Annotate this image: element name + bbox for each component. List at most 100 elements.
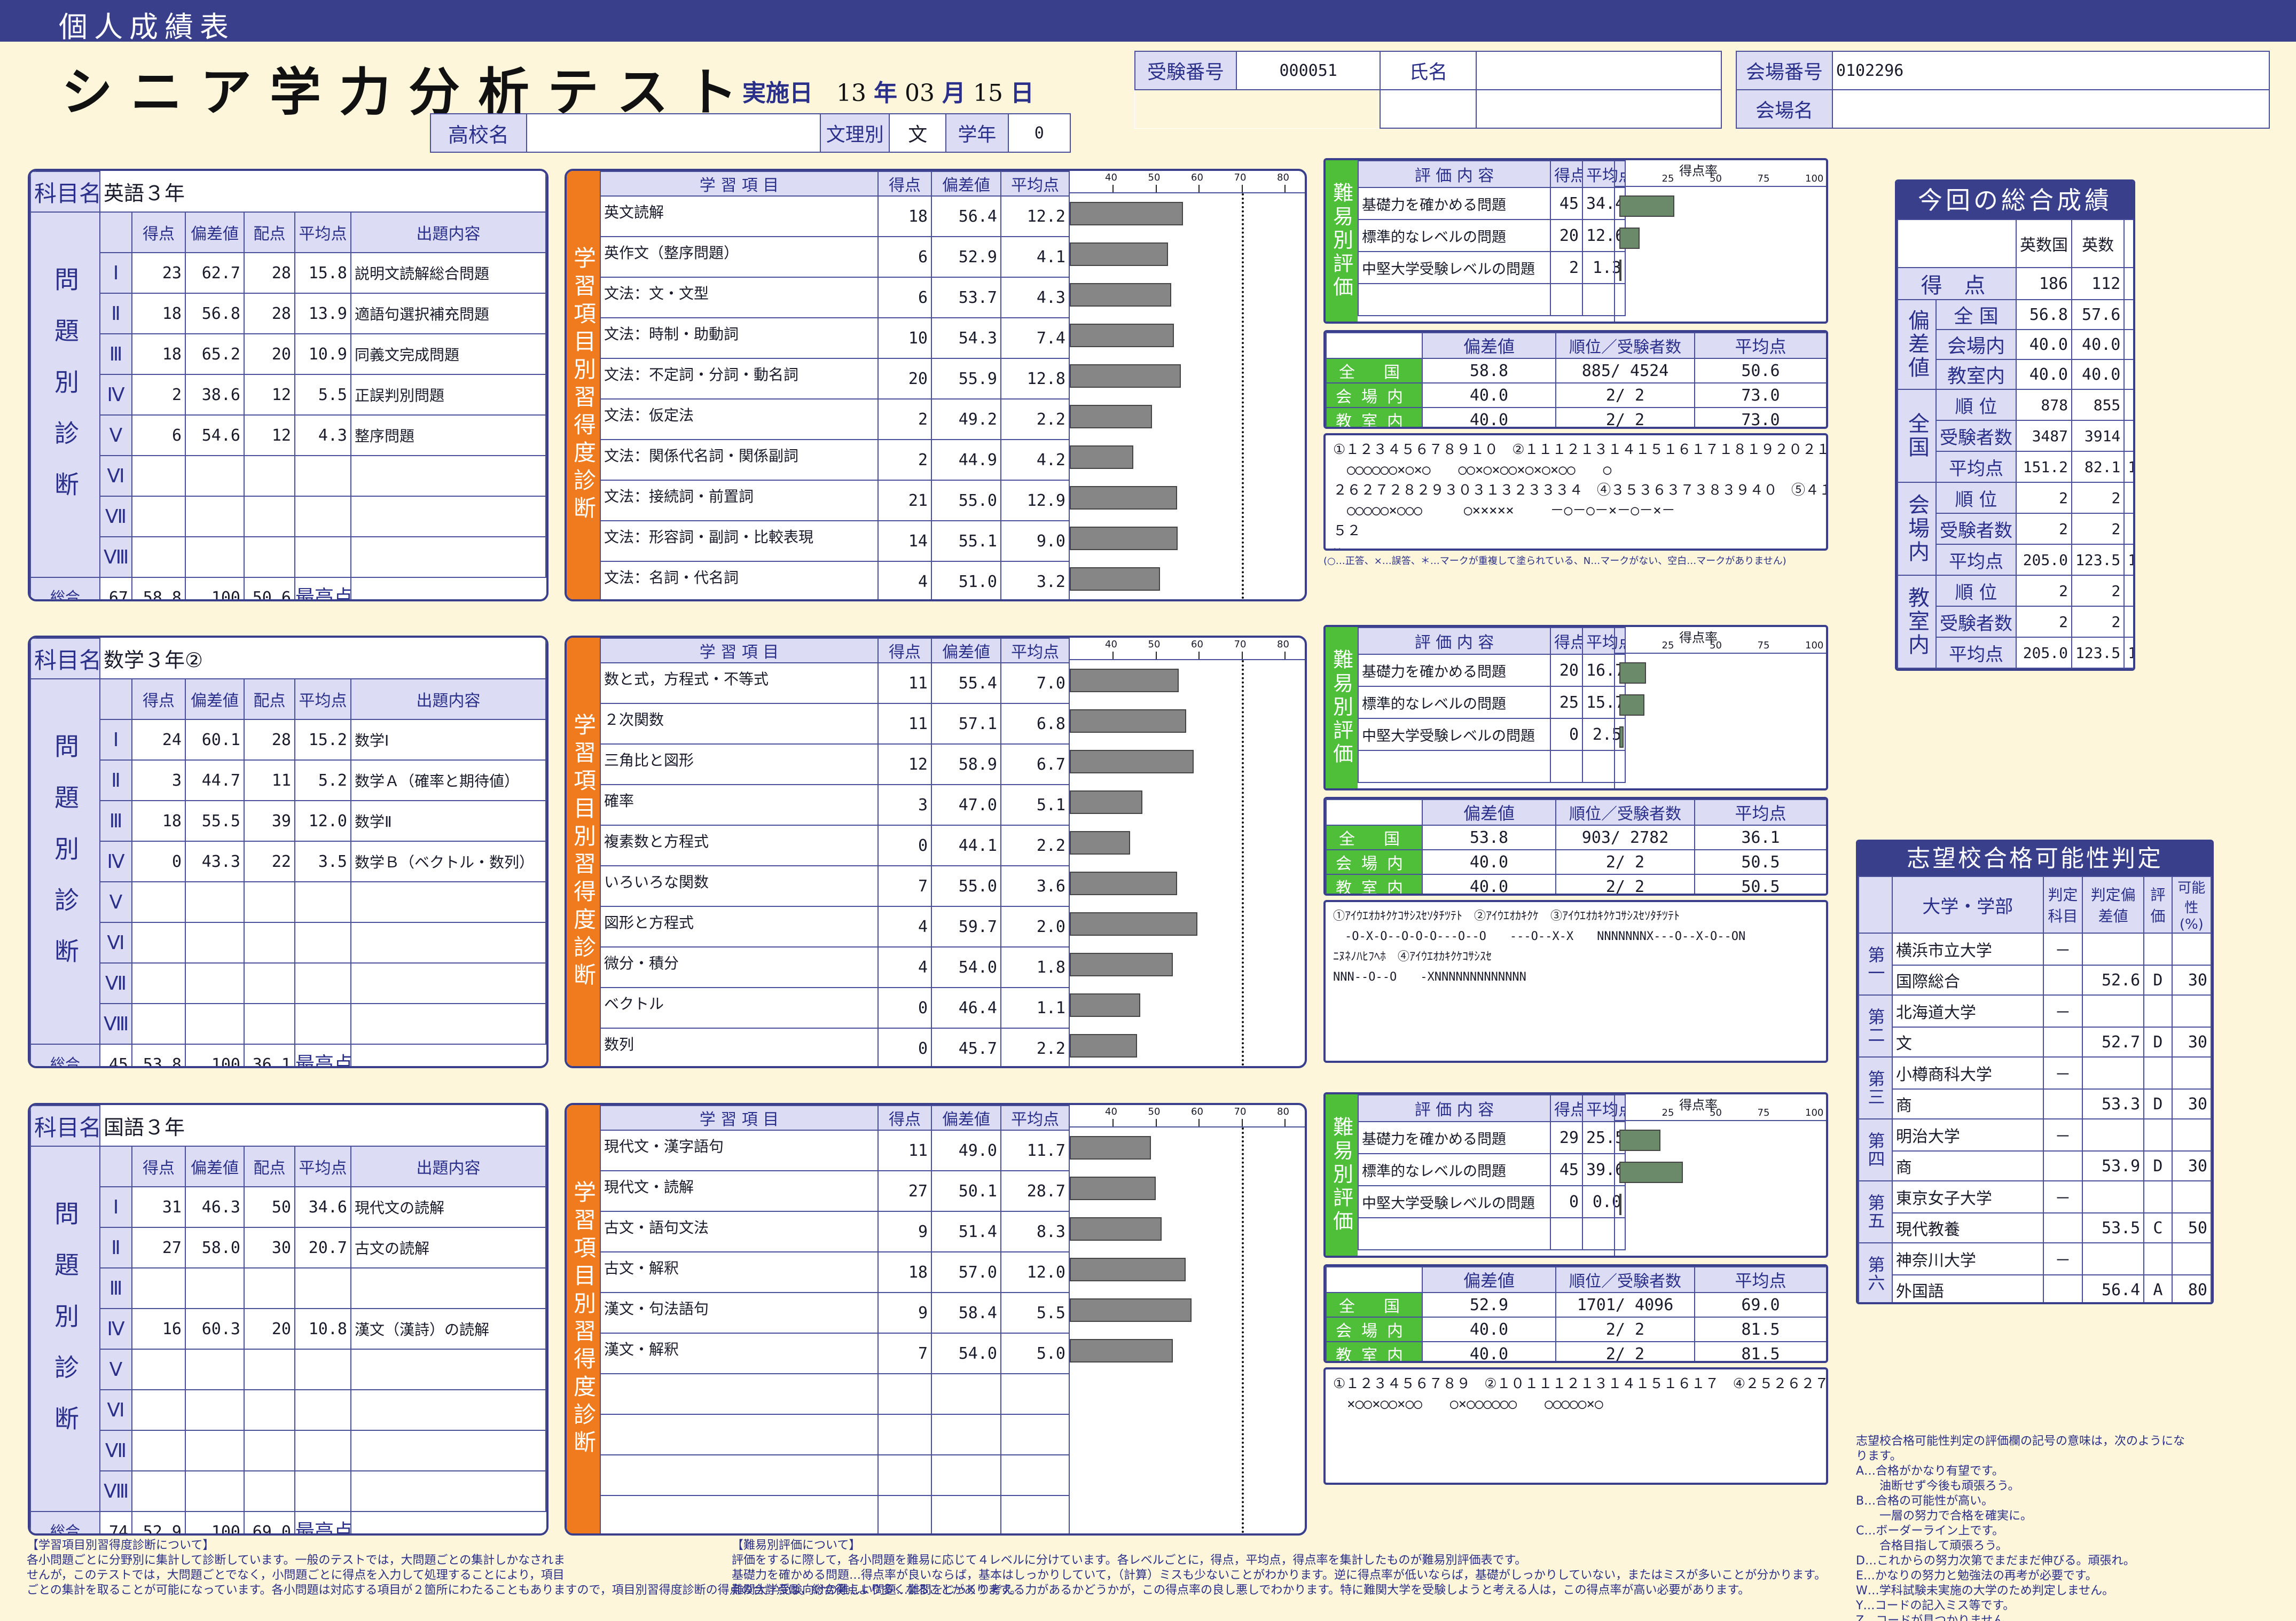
pass-dev-4: 53.5 (2082, 1212, 2145, 1243)
english-item-8-name: 文法：接続詞・前置詞 (600, 480, 879, 521)
venue-no: 0102296 (1831, 51, 2270, 90)
japanese-problem-2-3: 20.7 (294, 1227, 351, 1268)
english-problem-3-2: 20 (244, 333, 295, 375)
overall-group-2-row-2: 平均点 (1935, 637, 2017, 669)
japanese-eval-1-score: 29 (1550, 1121, 1583, 1154)
japanese-scale-tick-50: 50 (1148, 1106, 1161, 1117)
english-rank-1-rank: 885/ 4524 (1555, 358, 1695, 383)
english-difficulty-side: 難易別評価 (1326, 160, 1358, 322)
math-item-8-score: 4 (877, 946, 932, 988)
math-item-3-name: 三角比と図形 (600, 743, 879, 785)
english-problem-1-3: 15.8 (294, 252, 351, 294)
japanese-problem-4-1: 60.3 (185, 1308, 245, 1350)
english-item-2-score: 6 (877, 236, 932, 278)
pass-rank-2: 第三 (1858, 1056, 1893, 1119)
japanese-rank-col-dev: 偏差値 (1422, 1266, 1556, 1293)
math-mark-answers: ①ｱｲｳｴｵｶｷｸｹｺｻｼｽｾｿﾀﾁﾂﾃﾄ ②ｱｲｳｴｵｶｷｸｹ ③ｱｲｳｴｵｶ… (1323, 900, 1828, 1063)
overall-group-2-1-2: 2 (2071, 606, 2125, 638)
english-col-col_full: 配点 (244, 212, 295, 253)
japanese-subject-name: 国語３年 (99, 1106, 546, 1147)
english-rank-3-avg: 73.0 (1694, 407, 1826, 427)
pass-eval-2: D (2143, 1089, 2173, 1119)
pass-faculty-3: 商 (1891, 1150, 2044, 1181)
math-learning-side: 学習項目別習得度診断 (567, 638, 600, 1066)
english-problem-4-2: 12 (244, 374, 295, 416)
english-rank-3-dev: 40.0 (1422, 407, 1556, 427)
english-problem-4-1: 38.6 (185, 374, 245, 416)
math-eval-1-score: 20 (1550, 654, 1583, 687)
math-scale-tick-80: 80 (1277, 639, 1289, 650)
overall-group-2-0-3: 2 (2123, 575, 2133, 607)
english-rank-1-dev: 58.8 (1422, 358, 1556, 383)
pass-faculty-4: 現代教養 (1891, 1212, 2044, 1243)
math-dev-reference-line (1241, 660, 1244, 1066)
pass-dev-0: 52.6 (2082, 965, 2145, 996)
english-problem-3-3: 10.9 (294, 333, 351, 375)
math-col-col_score: 得点 (131, 678, 186, 720)
english-eval-title: 評 価 内 容 (1358, 160, 1551, 188)
english-rank-row-1-label: 全 国 (1326, 358, 1423, 383)
overall-group-0-row-0: 順 位 (1935, 389, 2017, 421)
math-item-1-score: 11 (877, 662, 932, 704)
math-difficulty-side: 難易別評価 (1326, 627, 1358, 788)
overall-group-2-row-1: 受験者数 (1935, 606, 2017, 638)
english-roman-2: Ⅱ (99, 293, 132, 334)
overall-group-0-2-2: 82.1 (2071, 451, 2125, 483)
grade-value: 0 (1007, 113, 1071, 153)
pass-univ-2: 小樽商科大学 (1891, 1056, 2044, 1090)
english-problem-1-0: 23 (131, 252, 186, 294)
overall-group-0-1-3: 4095 (2123, 420, 2133, 452)
math-item-1-name: 数と式，方程式・不等式 (600, 662, 879, 704)
exam-date: 実施日 13 年 03 月 15 日 (742, 80, 1034, 107)
math-eval-2-score: 25 (1550, 686, 1583, 719)
english-problem-4-0: 2 (131, 374, 186, 416)
japanese-roman-2: Ⅱ (99, 1227, 132, 1268)
english-problem-5-0: 6 (131, 414, 186, 456)
math-item-7-score: 4 (877, 906, 932, 947)
math-problem-4-0: 0 (131, 841, 186, 882)
name-label: 氏名 (1380, 51, 1477, 90)
english-lcol-score: 得点 (877, 171, 932, 197)
japanese-lcol-score: 得点 (877, 1105, 932, 1131)
english-problem-2-2: 28 (244, 293, 295, 334)
english-problem-1-4: 説明文読解総合問題 (350, 252, 546, 294)
japanese-problem-4-2: 20 (244, 1308, 295, 1350)
math-roman-1: Ⅰ (99, 719, 132, 761)
english-dev-chart: 40 50 60 70 80 (1069, 171, 1305, 599)
japanese-item-2-avg: 28.7 (1000, 1170, 1070, 1212)
english-rate-bar-1 (1619, 195, 1675, 217)
overall-group-0-row-1: 受験者数 (1935, 420, 2017, 452)
math-dev-bar-6 (1070, 872, 1177, 895)
math-item-2-score: 11 (877, 703, 932, 745)
math-dev-bar-2 (1070, 709, 1186, 733)
overall-score-0: 186 (2016, 267, 2072, 300)
math-rate-bar-2 (1619, 694, 1645, 716)
math-item-10-score: 0 (877, 1028, 932, 1066)
english-total-0: 67 (99, 577, 132, 599)
math-dev-bar-7 (1070, 912, 1197, 936)
math-roman-5: Ⅴ (99, 881, 132, 923)
japanese-problem-2-0: 27 (131, 1227, 186, 1268)
japanese-item-6-score: 7 (877, 1333, 932, 1374)
english-rate-bar-2 (1619, 228, 1640, 249)
math-problem-2-2: 11 (244, 759, 295, 801)
english-rank-col-avg: 平均点 (1694, 332, 1826, 359)
english-item-5-name: 文法：不定詞・分詞・動名詞 (600, 358, 879, 400)
english-dev-bar-10 (1070, 567, 1160, 591)
math-subject-label: 科目名 (30, 638, 100, 679)
math-eval-3-name: 中堅大学受験レベルの問題 (1358, 718, 1551, 751)
math-rank-row-1-label: 全 国 (1326, 825, 1423, 850)
math-problem-4-1: 43.3 (185, 841, 245, 882)
japanese-rate-tick-100: 100 (1805, 1107, 1824, 1118)
math-roman-4: Ⅳ (99, 841, 132, 882)
english-rate-chart: 得点率 25 50 75 100 (1614, 160, 1826, 322)
english-dev-bar-9 (1070, 527, 1178, 550)
math-scale-tick-60: 60 (1191, 639, 1203, 650)
math-col-col_content: 出題内容 (350, 678, 546, 720)
pass-subj-1: － (2042, 994, 2083, 1028)
math-col-item: 学 習 項 目 (600, 638, 879, 663)
japanese-item-4-name: 古文・解釈 (600, 1251, 879, 1293)
japanese-rate-bar-1 (1619, 1130, 1660, 1151)
math-item-2-dev: 57.1 (931, 703, 1001, 745)
english-dev-bar-4 (1070, 324, 1174, 347)
